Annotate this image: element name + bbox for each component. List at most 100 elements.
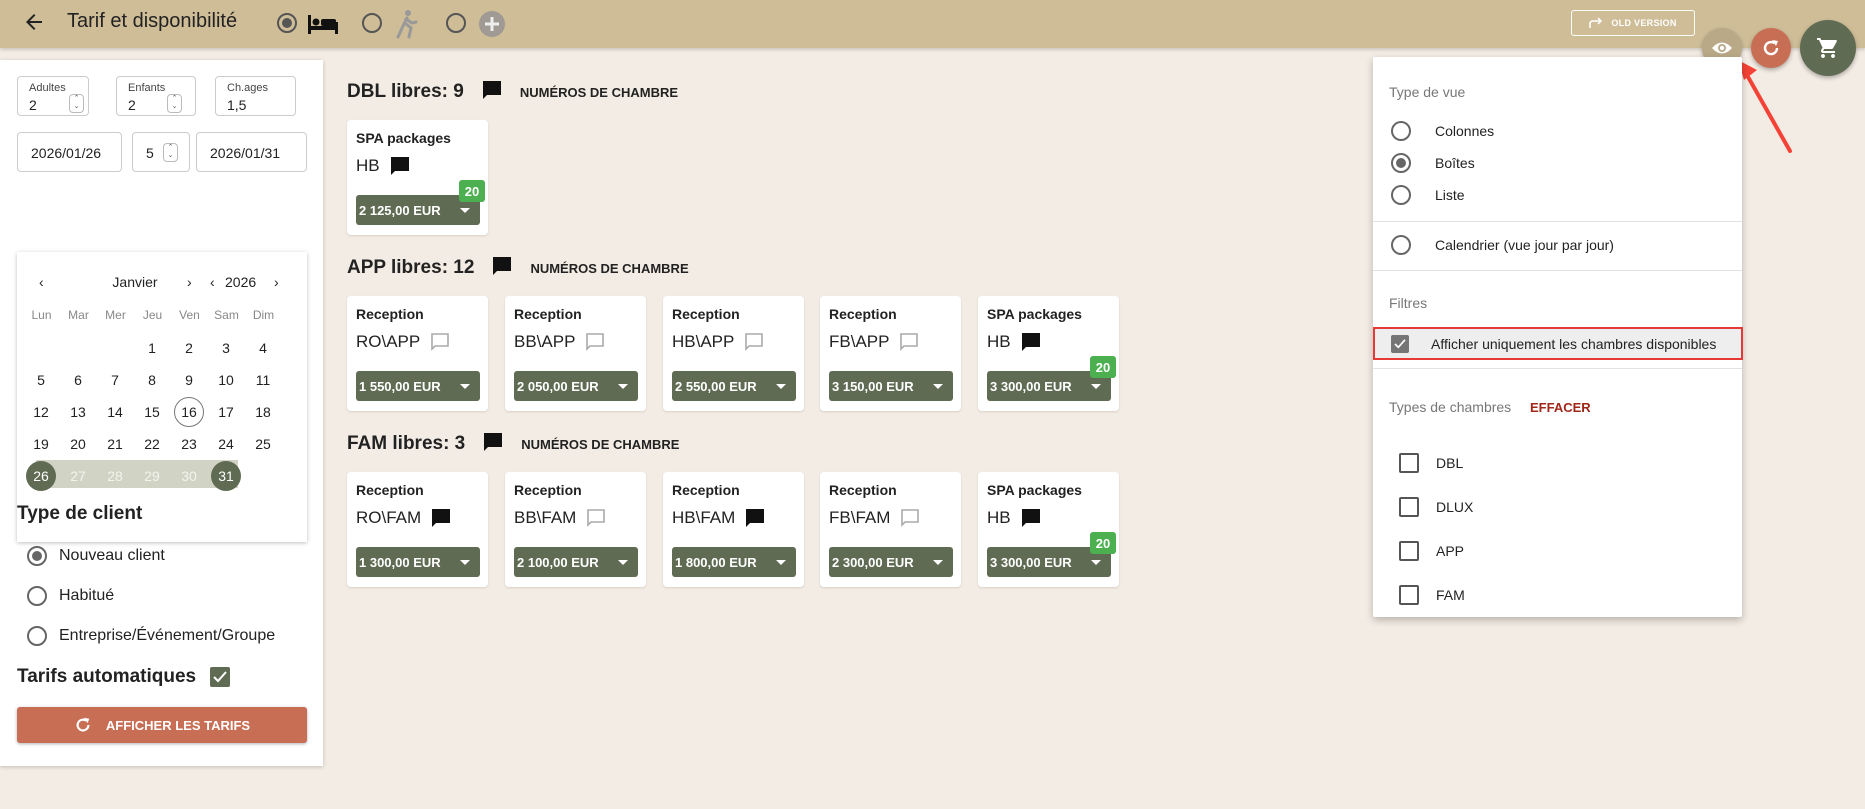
nights-field[interactable]: 5 ⌃ ⌄ xyxy=(132,132,190,172)
calendar-day[interactable]: 28 xyxy=(100,461,130,491)
comment-outline-icon[interactable] xyxy=(586,508,606,528)
next-year-icon[interactable]: › xyxy=(274,274,279,290)
view-option[interactable]: Liste xyxy=(1391,185,1465,205)
price-dropdown-button[interactable]: 2 300,00 EUR xyxy=(829,547,953,577)
room-type-filter[interactable]: APP xyxy=(1399,541,1464,561)
rate-card: SPA packages HB 3 300,00 EUR 20 xyxy=(978,472,1119,587)
calendar-day[interactable]: 5 xyxy=(26,365,56,395)
comment-outline-icon[interactable] xyxy=(900,508,920,528)
nights-stepper[interactable]: ⌃ ⌄ xyxy=(163,143,178,162)
mode-radio-rooms[interactable] xyxy=(277,13,297,33)
calendar-day[interactable]: 8 xyxy=(137,365,167,395)
comment-outline-icon[interactable] xyxy=(585,332,605,352)
calendar-day[interactable]: 1 xyxy=(137,333,167,363)
room-type-checkbox[interactable] xyxy=(1399,497,1419,517)
calendar-day[interactable]: 18 xyxy=(248,397,278,427)
room-type-filter[interactable]: DLUX xyxy=(1399,497,1473,517)
comment-filled-icon[interactable] xyxy=(492,256,512,276)
show-rates-button[interactable]: AFFICHER LES TARIFS xyxy=(17,707,307,743)
calendar-day[interactable]: 14 xyxy=(100,397,130,427)
mode-radio-add[interactable] xyxy=(446,13,466,33)
calendar-day[interactable]: 25 xyxy=(248,429,278,459)
prev-year-icon[interactable]: ‹ xyxy=(210,274,215,290)
calendar-day[interactable]: 4 xyxy=(248,333,278,363)
room-type-filter[interactable]: FAM xyxy=(1399,585,1465,605)
children-stepper[interactable]: ⌃ ⌄ xyxy=(167,94,182,113)
children-field[interactable]: Enfants 2 ⌃ ⌄ xyxy=(116,76,196,116)
rate-code-row: RO\FAM xyxy=(356,508,451,528)
prev-month-icon[interactable]: ‹ xyxy=(39,274,44,290)
comment-filled-icon[interactable] xyxy=(1021,332,1041,352)
calendar-day[interactable]: 2 xyxy=(174,333,204,363)
price-value: 1 550,00 EUR xyxy=(359,378,441,394)
calendar-day[interactable]: 26 xyxy=(26,461,56,491)
calendar-day[interactable]: 10 xyxy=(211,365,241,395)
room-type-checkbox[interactable] xyxy=(1399,541,1419,561)
calendar-day[interactable]: 3 xyxy=(211,333,241,363)
price-dropdown-button[interactable]: 1 550,00 EUR xyxy=(356,371,480,401)
cart-button[interactable] xyxy=(1800,20,1856,76)
client-type-option[interactable]: Entreprise/Événement/Groupe xyxy=(27,624,275,648)
calendar-day[interactable]: 12 xyxy=(26,397,56,427)
filter-available-checkbox[interactable] xyxy=(1391,334,1409,353)
comment-filled-icon[interactable] xyxy=(745,508,765,528)
view-option[interactable]: Colonnes xyxy=(1391,121,1494,141)
calendar-day[interactable]: 21 xyxy=(100,429,130,459)
price-dropdown-button[interactable]: 1 800,00 EUR xyxy=(672,547,796,577)
room-numbers-link[interactable]: NUMÉROS DE CHAMBRE xyxy=(520,85,678,100)
calendar-day[interactable]: 29 xyxy=(137,461,167,491)
old-version-button[interactable]: OLD VERSION xyxy=(1571,10,1695,36)
clear-room-types-button[interactable]: EFFACER xyxy=(1530,400,1591,415)
next-month-icon[interactable]: › xyxy=(187,274,192,290)
client-type-option[interactable]: Habitué xyxy=(27,584,114,608)
comment-outline-icon[interactable] xyxy=(430,332,450,352)
price-dropdown-button[interactable]: 2 100,00 EUR xyxy=(514,547,638,577)
calendar-day[interactable]: 17 xyxy=(211,397,241,427)
calendar-day[interactable]: 24 xyxy=(211,429,241,459)
calendar-day[interactable]: 6 xyxy=(63,365,93,395)
auto-rates-checkbox[interactable] xyxy=(210,667,231,687)
calendar-day[interactable]: 9 xyxy=(174,365,204,395)
comment-outline-icon[interactable] xyxy=(899,332,919,352)
client-type-option[interactable]: Nouveau client xyxy=(27,544,165,568)
child-ages-field[interactable]: Ch.ages 1,5 xyxy=(215,76,296,116)
calendar-day[interactable]: 20 xyxy=(63,429,93,459)
price-dropdown-button[interactable]: 1 300,00 EUR xyxy=(356,547,480,577)
price-dropdown-button[interactable]: 2 050,00 EUR xyxy=(514,371,638,401)
adults-stepper[interactable]: ⌃ ⌄ xyxy=(69,94,84,113)
date-to-field[interactable]: 2026/01/31 xyxy=(196,132,307,172)
back-arrow-icon[interactable] xyxy=(22,10,46,34)
adults-field[interactable]: Adultes 2 ⌃ ⌄ xyxy=(17,76,89,116)
room-numbers-link[interactable]: NUMÉROS DE CHAMBRE xyxy=(521,437,679,452)
price-dropdown-button[interactable]: 2 550,00 EUR xyxy=(672,371,796,401)
date-from-field[interactable]: 2026/01/26 xyxy=(17,132,122,172)
calendar-day[interactable]: 22 xyxy=(137,429,167,459)
filter-available-only[interactable]: Afficher uniquement les chambres disponi… xyxy=(1373,327,1743,360)
room-type-checkbox[interactable] xyxy=(1399,585,1419,605)
price-dropdown-button[interactable]: 3 150,00 EUR xyxy=(829,371,953,401)
view-option[interactable]: Boîtes xyxy=(1391,153,1475,173)
calendar-day[interactable]: 11 xyxy=(248,365,278,395)
view-option-calendar[interactable]: Calendrier (vue jour par jour) xyxy=(1391,235,1614,255)
mode-radio-activities[interactable] xyxy=(362,13,382,33)
room-types-heading: Types de chambres xyxy=(1389,399,1512,415)
comment-filled-icon[interactable] xyxy=(431,508,451,528)
calendar-day[interactable]: 27 xyxy=(63,461,93,491)
comment-filled-icon[interactable] xyxy=(390,156,410,176)
calendar-day[interactable]: 7 xyxy=(100,365,130,395)
room-type-filter[interactable]: DBL xyxy=(1399,453,1463,473)
comment-filled-icon[interactable] xyxy=(482,80,502,100)
calendar-day[interactable]: 13 xyxy=(63,397,93,427)
comment-filled-icon[interactable] xyxy=(483,432,503,452)
comment-outline-icon[interactable] xyxy=(744,332,764,352)
calendar-day[interactable]: 19 xyxy=(26,429,56,459)
comment-filled-icon[interactable] xyxy=(1021,508,1041,528)
calendar-day[interactable]: 15 xyxy=(137,397,167,427)
calendar-day[interactable]: 31 xyxy=(211,461,241,491)
calendar-day[interactable]: 16 xyxy=(174,397,204,427)
room-type-checkbox[interactable] xyxy=(1399,453,1419,473)
calendar-day[interactable]: 23 xyxy=(174,429,204,459)
room-numbers-link[interactable]: NUMÉROS DE CHAMBRE xyxy=(530,261,688,276)
calendar-day[interactable]: 30 xyxy=(174,461,204,491)
caret-down-icon xyxy=(618,384,628,389)
